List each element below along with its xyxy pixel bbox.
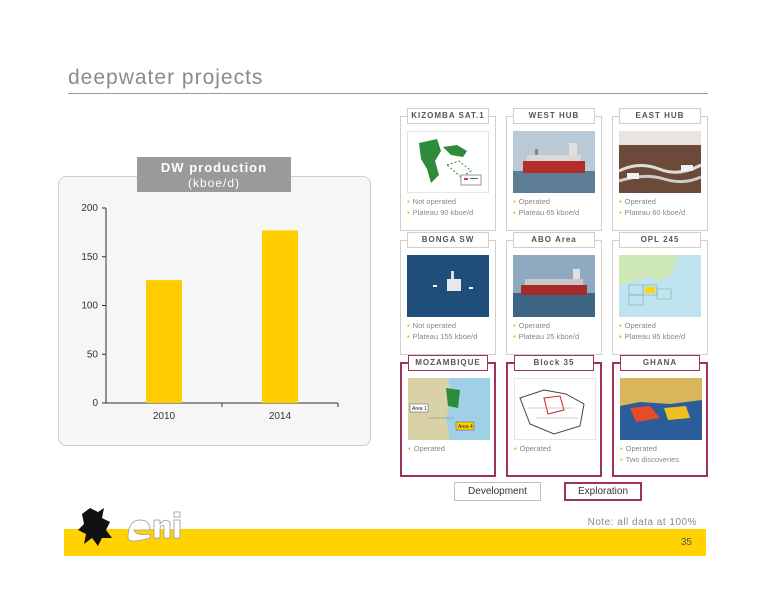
map-mozambique-image: Area 1 Area 4 [408,378,490,440]
card-bullets: Not operated Plateau 155 kboe/d [407,321,493,343]
map-angola-image [407,131,489,193]
project-card[interactable]: Block 35 Operated [506,355,602,477]
card-bullet: Operated [514,444,598,453]
card-bullets: Operated Two discoveries [620,444,704,466]
card-label: ABO Area [513,232,595,248]
card-bullet: Plateau 155 kboe/d [407,332,493,341]
card-bullet: Operated [513,197,599,206]
card-bullet: Not operated [407,197,493,206]
project-card[interactable]: GHANA Operated Two discoveries [612,355,708,477]
project-card[interactable]: MOZAMBIQUE Area 1 Area 4 Operated [400,355,496,477]
map-ghana-image [620,378,702,440]
card-label: GHANA [620,355,700,371]
card-bullet: Plateau 85 kboe/d [619,332,705,341]
subsea-render-image [619,131,701,193]
chart-header-line1: DW production [160,160,268,175]
legend-development[interactable]: Development [454,482,541,501]
footer-note: Note: all data at 100% [587,517,697,528]
card-label: Block 35 [514,355,594,371]
page-title: deepwater projects [68,66,264,89]
fpso-ship-image [513,131,595,193]
card-bullets: Operated [514,444,598,455]
map-label-area1: Area 1 [412,406,427,412]
chart-panel [58,176,371,446]
map-label-area4: Area 4 [458,424,473,430]
project-card[interactable]: WEST HUB Operated Plateau 65 kboe/d [506,108,602,231]
map-block35-image [514,378,596,440]
chart-header-line2: (kboe/d) [187,176,241,190]
project-card[interactable]: BONGA SW Not operated Plateau 155 kboe/d [400,232,496,355]
card-bullet: Plateau 65 kboe/d [513,208,599,217]
card-label: KIZOMBA SAT.1 [407,108,489,124]
card-bullet: Operated [619,321,705,330]
card-label: EAST HUB [619,108,701,124]
card-label: WEST HUB [513,108,595,124]
legend-exploration[interactable]: Exploration [564,482,642,501]
card-bullets: Operated [408,444,492,455]
project-card[interactable]: EAST HUB Operated Plateau 60 kboe/d [612,108,708,231]
block-map-image [619,255,701,317]
card-bullets: Operated Plateau 25 kboe/d [513,321,599,343]
project-card[interactable]: ABO Area Operated Plateau 25 kboe/d [506,232,602,355]
project-card[interactable]: KIZOMBA SAT.1 Not operated Plateau 90 kb… [400,108,496,231]
title-rule [68,93,708,94]
card-bullet: Two discoveries [620,455,704,464]
card-bullets: Operated Plateau 60 kboe/d [619,197,705,219]
card-label: MOZAMBIQUE [408,355,488,371]
card-bullet: Plateau 25 kboe/d [513,332,599,341]
card-bullets: Operated Plateau 85 kboe/d [619,321,705,343]
card-bullet: Not operated [407,321,493,330]
eni-logo [78,508,181,546]
card-bullet: Plateau 60 kboe/d [619,208,705,217]
card-bullet: Operated [619,197,705,206]
card-bullet: Operated [620,444,704,453]
card-label: BONGA SW [407,232,489,248]
card-bullet: Operated [513,321,599,330]
card-bullet: Plateau 90 kboe/d [407,208,493,217]
page-number: 35 [680,537,692,548]
offshore-platform-image [407,255,489,317]
project-card[interactable]: OPL 245 Operated Plateau 85 kboe/d [612,232,708,355]
card-bullet: Operated [408,444,492,453]
card-bullets: Not operated Plateau 90 kboe/d [407,197,493,219]
card-label: OPL 245 [619,232,701,248]
chart-header: DW production (kboe/d) [137,157,291,192]
fpso-ship-image [513,255,595,317]
card-bullets: Operated Plateau 65 kboe/d [513,197,599,219]
